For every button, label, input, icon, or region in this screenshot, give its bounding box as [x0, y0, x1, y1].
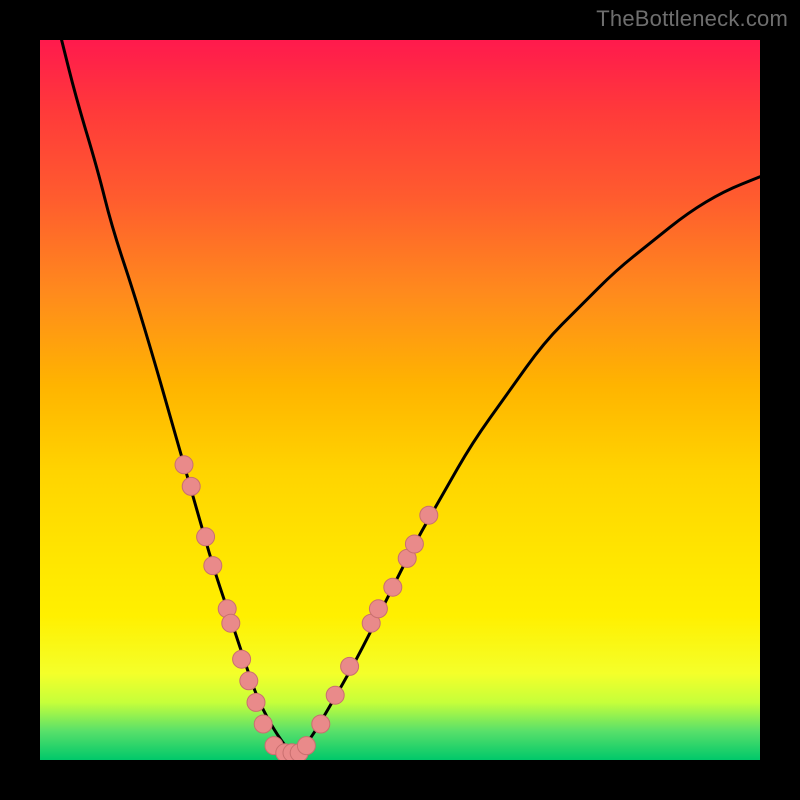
data-marker	[369, 600, 387, 618]
bottleneck-curve	[62, 40, 760, 751]
data-marker	[204, 557, 222, 575]
data-marker	[247, 693, 265, 711]
marker-group	[175, 456, 438, 760]
data-marker	[222, 614, 240, 632]
data-marker	[254, 715, 272, 733]
data-marker	[384, 578, 402, 596]
data-marker	[420, 506, 438, 524]
watermark-text: TheBottleneck.com	[596, 6, 788, 32]
data-marker	[297, 737, 315, 755]
data-marker	[405, 535, 423, 553]
curve-path	[62, 40, 760, 751]
data-marker	[240, 672, 258, 690]
data-marker	[197, 528, 215, 546]
data-marker	[341, 657, 359, 675]
chart-stage: TheBottleneck.com	[0, 0, 800, 800]
plot-area	[40, 40, 760, 760]
data-marker	[312, 715, 330, 733]
data-marker	[175, 456, 193, 474]
chart-svg	[40, 40, 760, 760]
data-marker	[233, 650, 251, 668]
data-marker	[182, 477, 200, 495]
data-marker	[326, 686, 344, 704]
